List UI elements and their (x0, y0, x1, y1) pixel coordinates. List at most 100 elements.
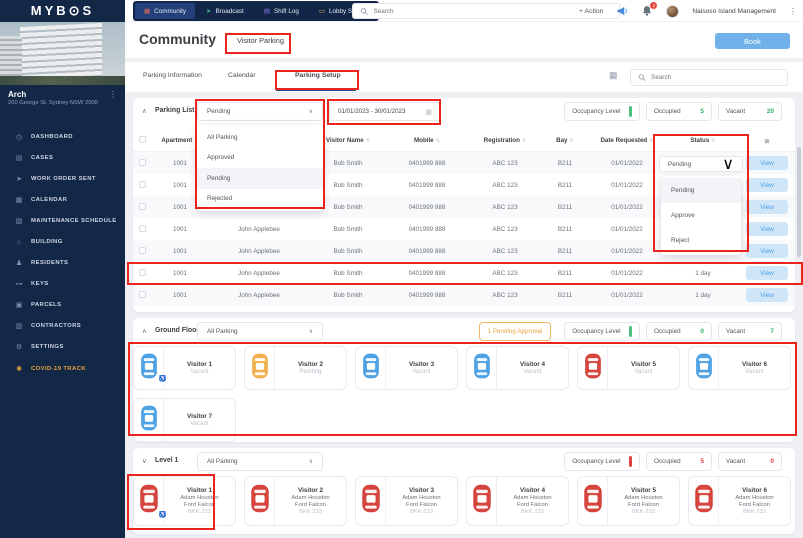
view-button[interactable]: View (746, 156, 788, 170)
sidebar-item-work-order-sent[interactable]: ➤ WORK ORDER SENT (0, 168, 125, 189)
collapse-chevron-icon[interactable]: ∧ (142, 327, 147, 335)
menu-item-all-parking[interactable]: All Parking (197, 127, 323, 148)
row-checkbox[interactable] (139, 269, 146, 276)
column-header-bay[interactable]: Bay⇅ (543, 137, 587, 144)
car-icon: ♿ (467, 347, 497, 389)
tab-parking-information[interactable]: Parking Information (143, 72, 202, 79)
collapse-chevron-icon[interactable]: ∧ (142, 107, 147, 115)
pending-approval-badge[interactable]: 1 Pending Approval (479, 322, 552, 341)
parking-spot-card[interactable]: ♿ Visitor 5 Adam Houston Ford Falcon BKK… (577, 476, 680, 526)
parking-filter-select[interactable]: Pending ∨ (197, 102, 323, 121)
tab-parking-setup[interactable]: Parking Setup (295, 72, 341, 79)
cases-icon: ▤ (14, 154, 24, 162)
scrollbar-thumb[interactable] (797, 147, 801, 257)
view-button[interactable]: View (746, 266, 788, 280)
user-avatar[interactable] (666, 5, 679, 18)
sidebar-item-parcels[interactable]: ▣ PARCELS (0, 295, 125, 316)
contractors-icon: ▥ (14, 322, 24, 330)
sort-icon[interactable]: ⇅ (366, 138, 370, 144)
tab-broadcast[interactable]: ➤ Broadcast (197, 3, 253, 19)
search-input[interactable] (651, 74, 780, 81)
menu-item-approve[interactable]: Approve (661, 203, 741, 228)
parking-spot-card[interactable]: ♿ Visitor 2 Adam Houston Ford Falcon BKK… (244, 476, 347, 526)
table-row[interactable]: 1001 John Applebee Bob Smith 0401999 888… (133, 262, 795, 284)
cell-action: View (739, 156, 795, 170)
status-select[interactable]: Pending ∨ (659, 156, 743, 172)
menu-item-pending[interactable]: Pending (197, 168, 323, 189)
tab-community[interactable]: ▦ Community (135, 3, 195, 19)
row-checkbox[interactable] (139, 291, 146, 298)
parking-spot-card[interactable]: ♿ Visitor 7 Vacant (133, 398, 236, 442)
sidebar-item-settings[interactable]: ⚙ SETTINGS (0, 337, 125, 358)
cell-date-requested: 01/01/2022 (587, 226, 667, 233)
search-input[interactable] (374, 8, 612, 15)
sort-icon[interactable]: ⇅ (570, 138, 574, 144)
row-checkbox[interactable] (139, 203, 146, 210)
sidebar-item-building[interactable]: ⌂ BUILDING (0, 232, 125, 252)
book-button[interactable]: Book (715, 33, 790, 49)
view-button[interactable]: View (746, 244, 788, 258)
parking-spot-card[interactable]: ♿ Visitor 6 Adam Houston Ford Falcon BKK… (688, 476, 791, 526)
ground-filter-select[interactable]: All Parking ∨ (197, 322, 323, 341)
parking-spot-card[interactable]: ♿ Visitor 6 Vacant (688, 346, 791, 390)
car-icon: ♿ (467, 477, 497, 525)
sidebar-item-cases[interactable]: ▤ CASES (0, 147, 125, 168)
row-checkbox[interactable] (139, 159, 146, 166)
table-row[interactable]: 1001 John Applebee Bob Smith 0401999 888… (133, 284, 795, 306)
sidebar-item-residents[interactable]: ♟ RESIDENTS (0, 252, 125, 273)
sort-icon[interactable]: ⇅ (649, 138, 653, 144)
row-checkbox[interactable] (139, 225, 146, 232)
tab-calendar[interactable]: Calendar (228, 72, 256, 79)
sidebar-item-contractors[interactable]: ▥ CONTRACTORS (0, 316, 125, 337)
sidebar-item-maintenance-schedule[interactable]: ▧ MAINTENANCE SCHEDULE (0, 211, 125, 232)
account-menu-icon[interactable]: ⋮ (789, 7, 797, 16)
sort-icon[interactable]: ⇅ (436, 138, 440, 144)
date-range-picker[interactable]: 01/01/2023 - 30/01/2023 ▦ (329, 102, 441, 121)
sort-icon[interactable]: ⇅ (522, 138, 526, 144)
parking-spot-card[interactable]: ♿ Visitor 1 Adam Houston Ford Falcon BKK… (133, 476, 236, 526)
announcement-icon[interactable] (616, 5, 628, 17)
view-button[interactable]: View (746, 178, 788, 192)
column-settings-icon[interactable]: ≣ (739, 137, 795, 145)
menu-item-rejected[interactable]: Rejected (197, 189, 323, 210)
spot-plate: BKK 233 (632, 509, 655, 515)
select-all-checkbox[interactable] (139, 136, 146, 143)
row-checkbox[interactable] (139, 181, 146, 188)
building-menu-icon[interactable]: ⋮ (109, 90, 117, 99)
view-button[interactable]: View (746, 288, 788, 302)
parking-spot-card[interactable]: ♿ Visitor 3 Adam Houston Ford Falcon BKK… (355, 476, 458, 526)
sidebar-item-calendar[interactable]: ▦ CALENDAR (0, 190, 125, 211)
menu-item-approved[interactable]: Approved (197, 148, 323, 169)
parking-spot-card[interactable]: ♿ Visitor 4 Adam Houston Ford Falcon BKK… (466, 476, 569, 526)
view-button[interactable]: View (746, 222, 788, 236)
menu-item-pending[interactable]: Pending (661, 178, 741, 203)
row-checkbox[interactable] (139, 247, 146, 254)
parking-spot-card[interactable]: ♿ Visitor 2 Pending (244, 346, 347, 390)
action-button[interactable]: + Action (579, 8, 603, 15)
chip-label: Vacant (726, 328, 745, 335)
column-header-registration[interactable]: Registration⇅ (467, 137, 543, 144)
list-search[interactable] (630, 69, 788, 86)
date-range-value: 01/01/2023 - 30/01/2023 (338, 108, 405, 115)
parking-spot-card[interactable]: ♿ Visitor 3 Vacant (355, 346, 458, 390)
sort-icon[interactable]: ⇅ (711, 138, 715, 144)
cell-action: View (739, 244, 795, 258)
column-header-status[interactable]: Status⇅ (667, 137, 739, 144)
notifications-bell-icon[interactable]: 2 (641, 5, 653, 17)
level-filter-select[interactable]: All Parking ∨ (197, 452, 323, 471)
select-all-cell[interactable] (133, 136, 151, 145)
parking-spot-card[interactable]: ♿ Visitor 1 Vacant (133, 346, 236, 390)
car-icon: ♿ (134, 477, 164, 525)
column-header-date-requested[interactable]: Date Requested⇅ (587, 137, 667, 144)
parking-spot-card[interactable]: ♿ Visitor 4 Vacant (466, 346, 569, 390)
expand-chevron-icon[interactable]: ∨ (142, 457, 147, 465)
parking-spot-card[interactable]: ♿ Visitor 5 Vacant (577, 346, 680, 390)
column-header-mobile[interactable]: Mobile⇅ (387, 137, 467, 144)
tab-shift-log[interactable]: ▤ Shift Log (255, 3, 308, 19)
sidebar-item-covid-19-track[interactable]: ✺ COVID-19 TRACK (0, 358, 125, 379)
sidebar-item-dashboard[interactable]: ◷ DASHBOARD (0, 126, 125, 147)
menu-item-reject[interactable]: Reject (661, 228, 741, 253)
view-button[interactable]: View (746, 200, 788, 214)
sidebar-item-keys[interactable]: ⊶ KEYS (0, 273, 125, 294)
grid-view-icon[interactable]: ▦ (609, 70, 618, 81)
